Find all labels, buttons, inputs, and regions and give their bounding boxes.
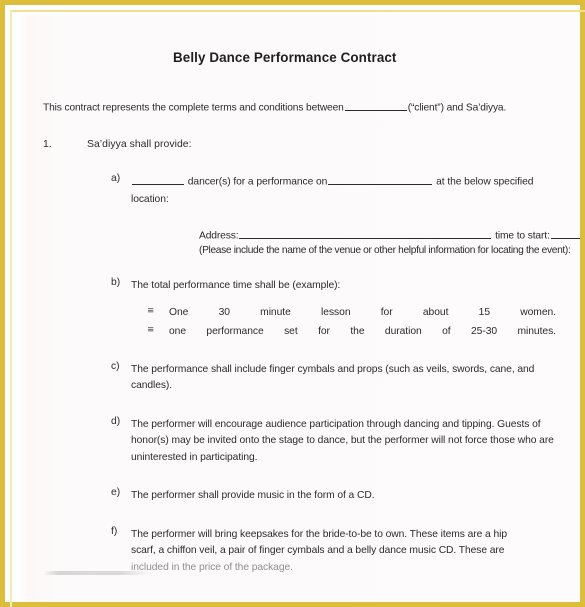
list-item-a-text-1: dancer(s) for a performance on (187, 176, 328, 188)
dancer-count-blank[interactable] (132, 174, 184, 185)
address-line: Address: time to start: (199, 228, 580, 242)
list-item-b-text: The total performance time shall be (exa… (131, 280, 341, 292)
list-item-b: b) The total performance time shall be (… (111, 278, 556, 295)
clause-1-number: 1. (43, 138, 52, 150)
list-item-d-marker: d) (111, 415, 121, 427)
list-item-b-marker: b) (111, 277, 121, 289)
address-label: Address: (199, 230, 239, 242)
address-note: (Please include the name of the venue or… (199, 244, 571, 256)
address-blank[interactable] (239, 228, 492, 239)
document-page: Belly Dance Performance Contract This co… (19, 15, 580, 602)
document-title: Belly Dance Performance Contract (173, 50, 397, 65)
list-item-a: a) dancer(s) for a performance on at the… (111, 174, 556, 208)
list-item-a-text-3: location: (131, 193, 169, 205)
list-item-f-line-2: scarf, a chiffon veil, a pair of finger … (131, 545, 505, 557)
list-item-f-line-1: The performer will bring keepsakes for t… (131, 528, 507, 540)
list-item-f: f) The performer will bring keepsakes fo… (111, 525, 556, 576)
performance-date-blank[interactable] (328, 174, 433, 185)
intro-paragraph: This contract represents the complete te… (43, 100, 556, 114)
document-content: Belly Dance Performance Contract This co… (19, 15, 580, 576)
list-item-a-marker: a) (111, 173, 121, 185)
list-item-a-body: dancer(s) for a performance on at the be… (131, 174, 556, 208)
sub-list-item-text: One 30 minute lesson for about 15 women. (169, 306, 556, 318)
sub-list-item: ≡ One 30 minute lesson for about 15 wome… (147, 305, 556, 321)
list-item-f-body: The performer will bring keepsakes for t… (131, 527, 556, 576)
list-item-f-line-3: included in the price of the package. (131, 561, 293, 573)
list-item-e-marker: e) (111, 487, 121, 499)
clause-1-text: Sa’diyya shall provide: (87, 138, 192, 150)
intro-text-after: (“client”) and Sa’diyya. (407, 102, 507, 114)
lettered-list: a) dancer(s) for a performance on at the… (43, 174, 580, 576)
time-to-start-blank[interactable] (550, 228, 580, 239)
client-name-blank[interactable] (344, 100, 407, 111)
list-item-c-marker: c) (111, 360, 120, 372)
triple-bar-bullet-icon: ≡ (147, 305, 155, 316)
list-item-c: c) The performance shall include finger … (111, 360, 556, 395)
sub-bullet-list: ≡ One 30 minute lesson for about 15 wome… (111, 305, 556, 340)
address-block: Address: time to start: (Please include … (111, 228, 580, 256)
sub-list-item: ≡ one performance set for the duration o… (147, 324, 556, 340)
list-item-c-text: The performance shall include finger cym… (131, 363, 535, 392)
list-item-d-text: The performer will encourage audience pa… (131, 418, 554, 463)
list-item-a-text-2: at the below specified (436, 176, 534, 188)
time-to-start-label: time to start: (495, 230, 550, 242)
list-item-d: d) The performer will encourage audience… (111, 415, 556, 466)
list-item-f-marker: f) (111, 525, 118, 537)
triple-bar-bullet-icon: ≡ (147, 324, 155, 335)
clause-1: 1. Sa’diyya shall provide: (43, 138, 556, 150)
list-item-e: e) The performer shall provide music in … (111, 487, 556, 504)
sub-list-item-text: one performance set for the duration of … (169, 325, 556, 337)
list-item-b-wrapper: b) The total performance time shall be (… (111, 278, 556, 340)
list-item-e-text: The performer shall provide music in the… (131, 490, 375, 502)
document-frame: Belly Dance Performance Contract This co… (0, 0, 585, 607)
intro-text-before: This contract represents the complete te… (43, 102, 344, 114)
